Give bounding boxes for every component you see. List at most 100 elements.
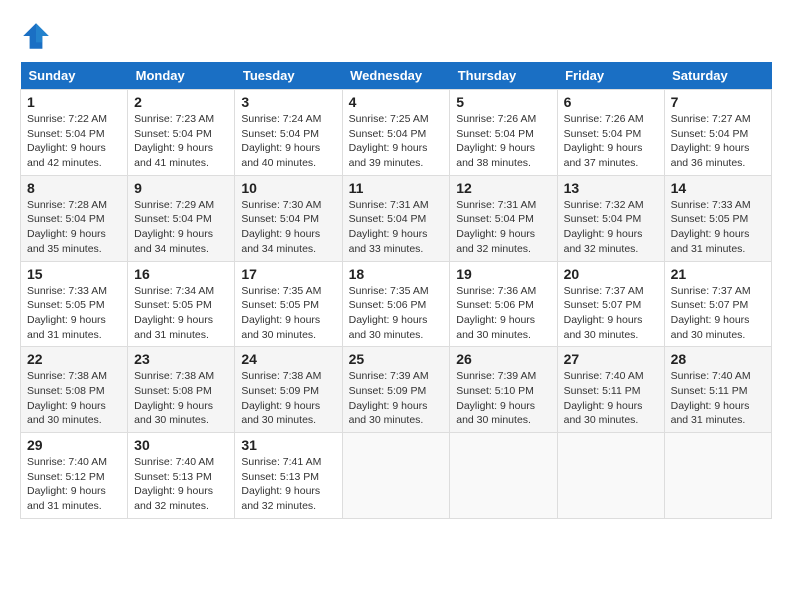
day-info: Sunrise: 7:27 AM Sunset: 5:04 PM Dayligh…	[671, 112, 765, 171]
day-number: 18	[349, 266, 444, 282]
day-info: Sunrise: 7:37 AM Sunset: 5:07 PM Dayligh…	[564, 284, 658, 343]
day-cell: 28 Sunrise: 7:40 AM Sunset: 5:11 PM Dayl…	[664, 347, 771, 433]
day-info: Sunrise: 7:39 AM Sunset: 5:10 PM Dayligh…	[456, 369, 550, 428]
day-cell: 22 Sunrise: 7:38 AM Sunset: 5:08 PM Dayl…	[21, 347, 128, 433]
day-info: Sunrise: 7:41 AM Sunset: 5:13 PM Dayligh…	[241, 455, 335, 514]
day-info: Sunrise: 7:39 AM Sunset: 5:09 PM Dayligh…	[349, 369, 444, 428]
day-cell: 25 Sunrise: 7:39 AM Sunset: 5:09 PM Dayl…	[342, 347, 450, 433]
day-info: Sunrise: 7:33 AM Sunset: 5:05 PM Dayligh…	[27, 284, 121, 343]
day-number: 4	[349, 94, 444, 110]
day-cell: 19 Sunrise: 7:36 AM Sunset: 5:06 PM Dayl…	[450, 261, 557, 347]
day-number: 21	[671, 266, 765, 282]
day-number: 27	[564, 351, 658, 367]
day-number: 6	[564, 94, 658, 110]
day-cell: 30 Sunrise: 7:40 AM Sunset: 5:13 PM Dayl…	[128, 433, 235, 519]
day-number: 11	[349, 180, 444, 196]
day-number: 13	[564, 180, 658, 196]
day-info: Sunrise: 7:35 AM Sunset: 5:05 PM Dayligh…	[241, 284, 335, 343]
day-cell: 24 Sunrise: 7:38 AM Sunset: 5:09 PM Dayl…	[235, 347, 342, 433]
day-cell: 13 Sunrise: 7:32 AM Sunset: 5:04 PM Dayl…	[557, 175, 664, 261]
calendar-table: SundayMondayTuesdayWednesdayThursdayFrid…	[20, 62, 772, 519]
day-info: Sunrise: 7:31 AM Sunset: 5:04 PM Dayligh…	[349, 198, 444, 257]
day-info: Sunrise: 7:38 AM Sunset: 5:09 PM Dayligh…	[241, 369, 335, 428]
day-cell: 9 Sunrise: 7:29 AM Sunset: 5:04 PM Dayli…	[128, 175, 235, 261]
day-cell: 14 Sunrise: 7:33 AM Sunset: 5:05 PM Dayl…	[664, 175, 771, 261]
day-number: 9	[134, 180, 228, 196]
day-number: 22	[27, 351, 121, 367]
day-info: Sunrise: 7:34 AM Sunset: 5:05 PM Dayligh…	[134, 284, 228, 343]
day-cell: 18 Sunrise: 7:35 AM Sunset: 5:06 PM Dayl…	[342, 261, 450, 347]
day-info: Sunrise: 7:35 AM Sunset: 5:06 PM Dayligh…	[349, 284, 444, 343]
header-monday: Monday	[128, 62, 235, 90]
day-number: 8	[27, 180, 121, 196]
header-tuesday: Tuesday	[235, 62, 342, 90]
day-cell	[557, 433, 664, 519]
day-info: Sunrise: 7:22 AM Sunset: 5:04 PM Dayligh…	[27, 112, 121, 171]
day-number: 3	[241, 94, 335, 110]
day-number: 24	[241, 351, 335, 367]
day-number: 31	[241, 437, 335, 453]
day-cell: 6 Sunrise: 7:26 AM Sunset: 5:04 PM Dayli…	[557, 90, 664, 176]
day-number: 23	[134, 351, 228, 367]
day-info: Sunrise: 7:29 AM Sunset: 5:04 PM Dayligh…	[134, 198, 228, 257]
header	[20, 20, 772, 52]
day-cell: 17 Sunrise: 7:35 AM Sunset: 5:05 PM Dayl…	[235, 261, 342, 347]
day-number: 29	[27, 437, 121, 453]
page-container: SundayMondayTuesdayWednesdayThursdayFrid…	[20, 20, 772, 519]
day-info: Sunrise: 7:26 AM Sunset: 5:04 PM Dayligh…	[564, 112, 658, 171]
day-info: Sunrise: 7:38 AM Sunset: 5:08 PM Dayligh…	[134, 369, 228, 428]
day-number: 16	[134, 266, 228, 282]
day-info: Sunrise: 7:40 AM Sunset: 5:12 PM Dayligh…	[27, 455, 121, 514]
day-info: Sunrise: 7:32 AM Sunset: 5:04 PM Dayligh…	[564, 198, 658, 257]
day-cell	[664, 433, 771, 519]
day-number: 25	[349, 351, 444, 367]
day-number: 5	[456, 94, 550, 110]
day-cell	[342, 433, 450, 519]
calendar-header-row: SundayMondayTuesdayWednesdayThursdayFrid…	[21, 62, 772, 90]
day-cell: 15 Sunrise: 7:33 AM Sunset: 5:05 PM Dayl…	[21, 261, 128, 347]
day-info: Sunrise: 7:24 AM Sunset: 5:04 PM Dayligh…	[241, 112, 335, 171]
header-wednesday: Wednesday	[342, 62, 450, 90]
day-cell: 11 Sunrise: 7:31 AM Sunset: 5:04 PM Dayl…	[342, 175, 450, 261]
logo-icon	[20, 20, 52, 52]
day-number: 14	[671, 180, 765, 196]
day-cell: 4 Sunrise: 7:25 AM Sunset: 5:04 PM Dayli…	[342, 90, 450, 176]
day-info: Sunrise: 7:26 AM Sunset: 5:04 PM Dayligh…	[456, 112, 550, 171]
week-row-2: 8 Sunrise: 7:28 AM Sunset: 5:04 PM Dayli…	[21, 175, 772, 261]
day-info: Sunrise: 7:28 AM Sunset: 5:04 PM Dayligh…	[27, 198, 121, 257]
week-row-1: 1 Sunrise: 7:22 AM Sunset: 5:04 PM Dayli…	[21, 90, 772, 176]
day-number: 26	[456, 351, 550, 367]
day-cell: 31 Sunrise: 7:41 AM Sunset: 5:13 PM Dayl…	[235, 433, 342, 519]
day-cell: 27 Sunrise: 7:40 AM Sunset: 5:11 PM Dayl…	[557, 347, 664, 433]
header-sunday: Sunday	[21, 62, 128, 90]
day-info: Sunrise: 7:33 AM Sunset: 5:05 PM Dayligh…	[671, 198, 765, 257]
day-number: 1	[27, 94, 121, 110]
day-number: 30	[134, 437, 228, 453]
week-row-3: 15 Sunrise: 7:33 AM Sunset: 5:05 PM Dayl…	[21, 261, 772, 347]
day-cell: 23 Sunrise: 7:38 AM Sunset: 5:08 PM Dayl…	[128, 347, 235, 433]
day-cell: 29 Sunrise: 7:40 AM Sunset: 5:12 PM Dayl…	[21, 433, 128, 519]
header-thursday: Thursday	[450, 62, 557, 90]
day-cell: 1 Sunrise: 7:22 AM Sunset: 5:04 PM Dayli…	[21, 90, 128, 176]
day-cell	[450, 433, 557, 519]
header-friday: Friday	[557, 62, 664, 90]
day-number: 2	[134, 94, 228, 110]
day-info: Sunrise: 7:37 AM Sunset: 5:07 PM Dayligh…	[671, 284, 765, 343]
day-info: Sunrise: 7:36 AM Sunset: 5:06 PM Dayligh…	[456, 284, 550, 343]
day-number: 28	[671, 351, 765, 367]
day-number: 15	[27, 266, 121, 282]
day-info: Sunrise: 7:40 AM Sunset: 5:11 PM Dayligh…	[564, 369, 658, 428]
header-saturday: Saturday	[664, 62, 771, 90]
day-cell: 10 Sunrise: 7:30 AM Sunset: 5:04 PM Dayl…	[235, 175, 342, 261]
day-info: Sunrise: 7:40 AM Sunset: 5:13 PM Dayligh…	[134, 455, 228, 514]
day-info: Sunrise: 7:38 AM Sunset: 5:08 PM Dayligh…	[27, 369, 121, 428]
day-number: 7	[671, 94, 765, 110]
day-cell: 26 Sunrise: 7:39 AM Sunset: 5:10 PM Dayl…	[450, 347, 557, 433]
day-cell: 7 Sunrise: 7:27 AM Sunset: 5:04 PM Dayli…	[664, 90, 771, 176]
day-number: 19	[456, 266, 550, 282]
day-cell: 5 Sunrise: 7:26 AM Sunset: 5:04 PM Dayli…	[450, 90, 557, 176]
week-row-5: 29 Sunrise: 7:40 AM Sunset: 5:12 PM Dayl…	[21, 433, 772, 519]
day-cell: 16 Sunrise: 7:34 AM Sunset: 5:05 PM Dayl…	[128, 261, 235, 347]
day-cell: 2 Sunrise: 7:23 AM Sunset: 5:04 PM Dayli…	[128, 90, 235, 176]
day-info: Sunrise: 7:25 AM Sunset: 5:04 PM Dayligh…	[349, 112, 444, 171]
